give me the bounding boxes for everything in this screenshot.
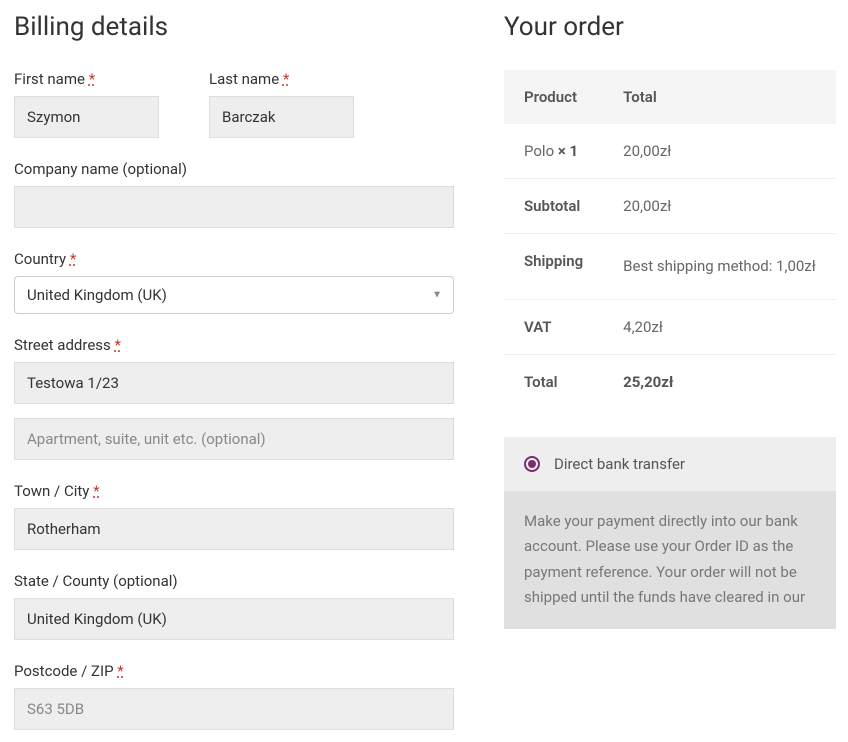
order-summary-table: Product Total Polo × 1 20,00zł Subtotal … (504, 70, 836, 409)
payment-option-bank-transfer[interactable]: Direct bank transfer (504, 437, 836, 491)
subtotal-label: Subtotal (504, 179, 603, 234)
subtotal-row: Subtotal 20,00zł (504, 179, 836, 234)
item-name-cell: Polo × 1 (504, 124, 603, 179)
shipping-value: Best shipping method: 1,00zł (603, 234, 836, 300)
apartment-input[interactable] (14, 418, 454, 460)
vat-label: VAT (504, 299, 603, 354)
state-label: State / County (optional) (14, 572, 454, 590)
payment-description: Make your payment directly into our bank… (504, 491, 836, 629)
street-label: Street address * (14, 336, 454, 354)
first-name-label: First name * (14, 70, 159, 88)
item-total-cell: 20,00zł (603, 124, 836, 179)
item-qty: × 1 (558, 142, 578, 160)
last-name-input[interactable] (209, 96, 354, 138)
street-input[interactable] (14, 362, 454, 404)
country-label: Country * (14, 250, 454, 268)
vat-row: VAT 4,20zł (504, 299, 836, 354)
payment-methods: Direct bank transfer Make your payment d… (504, 437, 836, 629)
city-label: Town / City * (14, 482, 454, 500)
shipping-label: Shipping (504, 234, 603, 300)
company-input[interactable] (14, 186, 454, 228)
total-row: Total 25,20zł (504, 354, 836, 409)
radio-icon (524, 456, 540, 472)
state-input[interactable] (14, 598, 454, 640)
order-heading: Your order (504, 12, 836, 42)
order-item-row: Polo × 1 20,00zł (504, 124, 836, 179)
th-total: Total (603, 70, 836, 124)
billing-section: Billing details First name * Last name *… (14, 12, 454, 730)
total-value: 25,20zł (603, 354, 836, 409)
billing-heading: Billing details (14, 12, 454, 42)
last-name-label: Last name * (209, 70, 354, 88)
vat-value: 4,20zł (603, 299, 836, 354)
total-label: Total (504, 354, 603, 409)
th-product: Product (504, 70, 603, 124)
company-label: Company name (optional) (14, 160, 454, 178)
country-select[interactable] (14, 276, 454, 314)
postcode-label: Postcode / ZIP * (14, 662, 454, 680)
shipping-row: Shipping Best shipping method: 1,00zł (504, 234, 836, 300)
order-section: Your order Product Total Polo × 1 20,00z… (504, 12, 836, 730)
subtotal-value: 20,00zł (603, 179, 836, 234)
first-name-input[interactable] (14, 96, 159, 138)
payment-option-label: Direct bank transfer (554, 455, 685, 473)
city-input[interactable] (14, 508, 454, 550)
postcode-input[interactable] (14, 688, 454, 730)
